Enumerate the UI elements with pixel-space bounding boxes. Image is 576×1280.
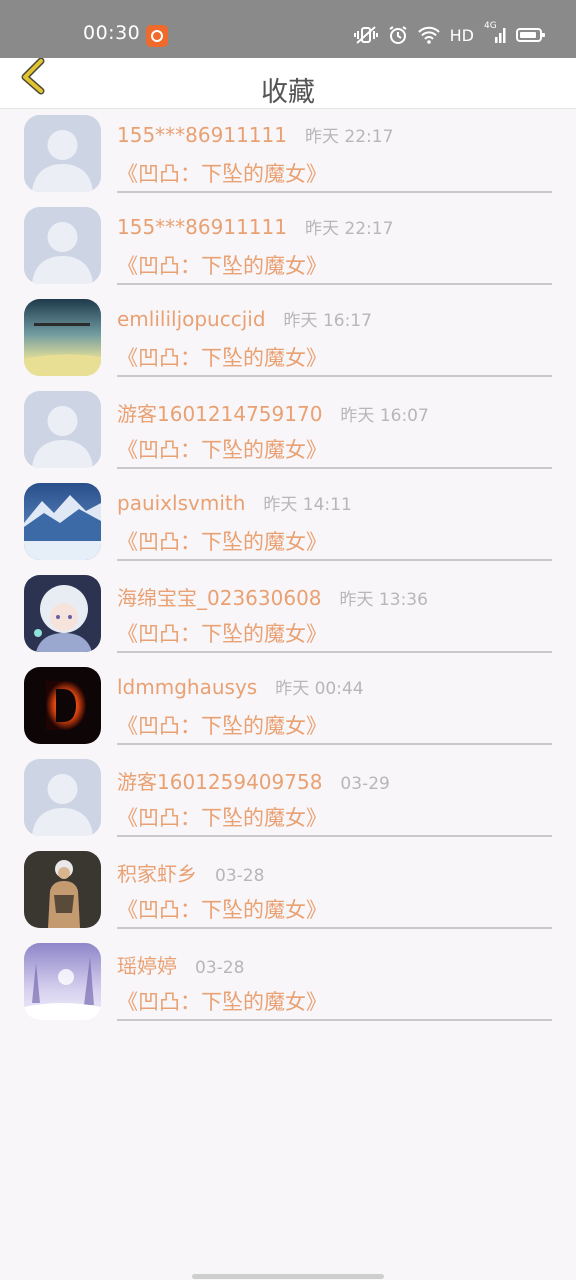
timestamp: 昨天 00:44 bbox=[275, 679, 364, 699]
book-title[interactable]: 《凹凸：下坠的魔女》 bbox=[117, 618, 327, 648]
divider bbox=[117, 467, 552, 469]
timestamp: 03-28 bbox=[195, 958, 245, 978]
divider bbox=[117, 835, 552, 837]
book-title[interactable]: 《凹凸：下坠的魔女》 bbox=[117, 986, 327, 1016]
divider bbox=[117, 743, 552, 745]
vibrate-mute-icon bbox=[353, 23, 378, 47]
user-name[interactable]: emlililjopuccjid bbox=[117, 307, 266, 331]
alarm-icon bbox=[388, 23, 408, 47]
user-name[interactable]: 游客1601214759170 bbox=[117, 398, 322, 427]
divider bbox=[117, 283, 552, 285]
timestamp: 昨天 16:17 bbox=[283, 311, 372, 331]
signal-label: 4G bbox=[484, 21, 497, 31]
divider bbox=[117, 927, 552, 929]
status-time: 00:30 bbox=[83, 22, 141, 44]
user-name[interactable]: 瑶婷婷 bbox=[117, 950, 177, 979]
book-title[interactable]: 《凹凸：下坠的魔女》 bbox=[117, 802, 327, 832]
user-name[interactable]: pauixlsvmith bbox=[117, 491, 245, 515]
list-item[interactable]: 积家虾乡 03-28 《凹凸：下坠的魔女》 bbox=[0, 844, 576, 936]
page-title: 收藏 bbox=[261, 77, 315, 108]
avatar[interactable] bbox=[24, 575, 101, 652]
list-item[interactable]: 瑶婷婷 03-28 《凹凸：下坠的魔女》 bbox=[0, 936, 576, 1028]
timestamp: 昨天 16:07 bbox=[340, 406, 429, 426]
list-item[interactable]: ldmmghausys 昨天 00:44 《凹凸：下坠的魔女》 bbox=[0, 660, 576, 752]
timestamp: 昨天 22:17 bbox=[304, 127, 394, 147]
user-name[interactable]: 155***86911111 bbox=[117, 215, 287, 239]
home-indicator[interactable] bbox=[192, 1274, 384, 1279]
page-header: 收藏 bbox=[0, 58, 576, 109]
divider bbox=[117, 191, 552, 193]
status-bar: 00:30 HD 4G bbox=[0, 0, 576, 58]
avatar[interactable] bbox=[24, 483, 101, 560]
list-item[interactable]: pauixlsvmith 昨天 14:11 《凹凸：下坠的魔女》 bbox=[0, 476, 576, 568]
book-title[interactable]: 《凹凸：下坠的魔女》 bbox=[117, 342, 327, 372]
timestamp: 03-28 bbox=[215, 866, 265, 886]
list-item[interactable]: 155***86911111 昨天 22:17 《凹凸：下坠的魔女》 bbox=[0, 108, 576, 200]
list-item[interactable]: 游客1601214759170 昨天 16:07 《凹凸：下坠的魔女》 bbox=[0, 384, 576, 476]
user-name[interactable]: 155***86911111 bbox=[117, 123, 287, 147]
signal-icon: 4G bbox=[484, 21, 506, 47]
book-title[interactable]: 《凹凸：下坠的魔女》 bbox=[117, 250, 327, 280]
timestamp: 昨天 22:17 bbox=[304, 219, 394, 239]
avatar[interactable] bbox=[24, 943, 101, 1020]
status-icons: HD 4G bbox=[353, 20, 545, 50]
list-item[interactable]: 155***86911111 昨天 22:17 《凹凸：下坠的魔女》 bbox=[0, 200, 576, 292]
timestamp: 昨天 14:11 bbox=[263, 495, 352, 515]
avatar[interactable] bbox=[24, 115, 101, 192]
divider bbox=[117, 1019, 552, 1021]
book-title[interactable]: 《凹凸：下坠的魔女》 bbox=[117, 434, 327, 464]
avatar[interactable] bbox=[24, 759, 101, 836]
avatar[interactable] bbox=[24, 667, 101, 744]
list-item[interactable]: 游客1601259409758 03-29 《凹凸：下坠的魔女》 bbox=[0, 752, 576, 844]
timestamp: 昨天 13:36 bbox=[339, 590, 428, 610]
user-name[interactable]: 积家虾乡 bbox=[117, 858, 197, 887]
user-name[interactable]: ldmmghausys bbox=[117, 675, 257, 699]
wifi-icon bbox=[417, 23, 440, 47]
app-notification-icon bbox=[146, 25, 168, 47]
favorites-list: 155***86911111 昨天 22:17 《凹凸：下坠的魔女》 155**… bbox=[0, 108, 576, 1028]
avatar[interactable] bbox=[24, 391, 101, 468]
book-title[interactable]: 《凹凸：下坠的魔女》 bbox=[117, 710, 327, 740]
timestamp: 03-29 bbox=[340, 774, 390, 794]
divider bbox=[117, 651, 552, 653]
divider bbox=[117, 375, 552, 377]
book-title[interactable]: 《凹凸：下坠的魔女》 bbox=[117, 158, 327, 188]
user-name[interactable]: 游客1601259409758 bbox=[117, 766, 322, 795]
book-title[interactable]: 《凹凸：下坠的魔女》 bbox=[117, 894, 327, 924]
avatar[interactable] bbox=[24, 299, 101, 376]
user-name[interactable]: 海绵宝宝_023630608 bbox=[117, 582, 322, 611]
network-label: HD bbox=[449, 25, 474, 45]
divider bbox=[117, 559, 552, 561]
battery-icon bbox=[516, 23, 545, 47]
list-item[interactable]: emlililjopuccjid 昨天 16:17 《凹凸：下坠的魔女》 bbox=[0, 292, 576, 384]
list-item[interactable]: 海绵宝宝_023630608 昨天 13:36 《凹凸：下坠的魔女》 bbox=[0, 568, 576, 660]
avatar[interactable] bbox=[24, 851, 101, 928]
avatar[interactable] bbox=[24, 207, 101, 284]
book-title[interactable]: 《凹凸：下坠的魔女》 bbox=[117, 526, 327, 556]
